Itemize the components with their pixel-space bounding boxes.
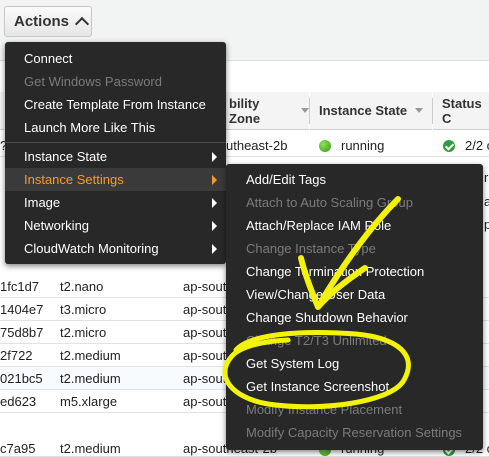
actions-menu: Connect Get Windows Password Create Temp… bbox=[5, 42, 226, 264]
row-cell-type: t2.medium bbox=[60, 371, 121, 386]
submenu-item-label: Modify Capacity Reservation Settings bbox=[246, 425, 463, 440]
submenu-item-change-termination-protection[interactable]: Change Termination Protection bbox=[226, 260, 483, 283]
submenu-item-label: Get Instance Screenshot bbox=[246, 379, 390, 394]
status-check-icon bbox=[443, 140, 455, 152]
submenu-item-label: Get System Log bbox=[246, 356, 340, 371]
row-cell-zone: ap-sout bbox=[183, 279, 227, 294]
submenu-item-change-t2-t3-unlimited: Change T2/T3 Unlimited bbox=[226, 329, 483, 352]
row-cell-type: t2.medium bbox=[60, 348, 121, 363]
submenu-item-change-shutdown-behavior[interactable]: Change Shutdown Behavior bbox=[226, 306, 483, 329]
row-cell-id: 1404e7 bbox=[0, 302, 44, 317]
menu-item-create-template[interactable]: Create Template From Instance bbox=[5, 93, 226, 116]
chevron-up-icon bbox=[74, 16, 90, 32]
row-cell-fragment: p bbox=[484, 217, 489, 232]
row-cell-type: t2.micro bbox=[60, 325, 107, 340]
column-header-availability-zone[interactable]: bility Zone bbox=[226, 92, 309, 130]
submenu-item-attach-auto-scaling: Attach to Auto Scaling Group bbox=[226, 191, 483, 214]
chevron-right-icon bbox=[212, 152, 217, 162]
menu-item-label: Networking bbox=[24, 218, 90, 233]
row-cell-type: t2.nano bbox=[60, 279, 104, 294]
row-cell-fragment: r bbox=[484, 170, 489, 185]
row-cell-type: t2.medium bbox=[60, 441, 121, 456]
submenu-item-label: Change Shutdown Behavior bbox=[246, 310, 408, 325]
submenu-item-label: Change Termination Protection bbox=[246, 264, 425, 279]
row-cell-id: 2f722 bbox=[0, 348, 33, 363]
submenu-item-label: View/Change User Data bbox=[246, 287, 386, 302]
header-label: Instance State bbox=[319, 103, 408, 118]
actions-label: Actions bbox=[14, 13, 70, 30]
row-cell-id: ed623 bbox=[0, 394, 37, 409]
submenu-item-modify-instance-placement: Modify Instance Placement bbox=[226, 398, 483, 421]
row-cell-zone: ap-sout bbox=[183, 394, 227, 409]
header-label: Status C bbox=[442, 95, 482, 126]
row-cell-zone: ap-sout bbox=[183, 325, 227, 340]
menu-item-label: Image bbox=[24, 195, 61, 210]
chevron-right-icon bbox=[212, 244, 217, 254]
row-cell-type: t3.micro bbox=[60, 302, 107, 317]
submenu-item-label: Add/Edit Tags bbox=[246, 172, 326, 187]
menu-item-networking[interactable]: Networking bbox=[5, 214, 226, 237]
submenu-item-label: Attach/Replace IAM Role bbox=[246, 218, 392, 233]
row-cell-type: m5.xlarge bbox=[60, 394, 118, 409]
menu-item-label: Instance Settings bbox=[24, 172, 124, 187]
submenu-item-get-instance-screenshot[interactable]: Get Instance Screenshot bbox=[226, 375, 483, 398]
menu-item-label: Connect bbox=[24, 51, 73, 66]
row-cell-zone: utheast-2b bbox=[226, 138, 288, 153]
submenu-item-add-edit-tags[interactable]: Add/Edit Tags bbox=[226, 168, 483, 191]
column-header-stub bbox=[0, 92, 4, 130]
sort-icon bbox=[415, 108, 424, 113]
row-cell-state: running bbox=[341, 138, 385, 153]
column-header-instance-state[interactable]: Instance State bbox=[310, 92, 432, 130]
submenu-item-label: Change T2/T3 Unlimited bbox=[246, 333, 387, 348]
menu-item-get-windows-password: Get Windows Password bbox=[5, 70, 226, 93]
sort-icon bbox=[301, 108, 309, 113]
row-cell-id: 1fc1d7 bbox=[0, 279, 40, 294]
submenu-item-label: Change Instance Type bbox=[246, 241, 376, 256]
row-cell-zone: ap-sout bbox=[183, 348, 227, 363]
submenu-item-label: Attach to Auto Scaling Group bbox=[246, 195, 413, 210]
menu-item-label: Create Template From Instance bbox=[24, 97, 206, 112]
instance-settings-submenu: Add/Edit Tags Attach to Auto Scaling Gro… bbox=[226, 164, 483, 450]
row-cell-zone: ap-sout bbox=[183, 302, 227, 317]
menu-item-instance-settings[interactable]: Instance Settings bbox=[5, 168, 226, 191]
menu-item-label: CloudWatch Monitoring bbox=[24, 241, 159, 256]
submenu-item-attach-iam-role[interactable]: Attach/Replace IAM Role bbox=[226, 214, 483, 237]
row-cell-status: 2/2 c bbox=[465, 138, 489, 153]
menu-item-image[interactable]: Image bbox=[5, 191, 226, 214]
menu-item-connect[interactable]: Connect bbox=[5, 47, 226, 70]
actions-button[interactable]: Actions bbox=[4, 6, 92, 37]
menu-divider bbox=[5, 142, 226, 143]
chevron-right-icon bbox=[212, 198, 217, 208]
row-cell-id: 75d8b7 bbox=[0, 325, 44, 340]
submenu-item-get-system-log[interactable]: Get System Log bbox=[226, 352, 483, 375]
menu-item-launch-more-like-this[interactable]: Launch More Like This bbox=[5, 116, 226, 139]
row-cell-id: 021bc5 bbox=[0, 371, 43, 386]
submenu-item-label: Modify Instance Placement bbox=[246, 402, 403, 417]
row-cell-fragment: a bbox=[484, 194, 489, 209]
column-header-status-checks[interactable]: Status C bbox=[433, 92, 489, 130]
submenu-item-change-instance-type: Change Instance Type bbox=[226, 237, 483, 260]
menu-item-label: Launch More Like This bbox=[24, 120, 156, 135]
menu-item-cloudwatch-monitoring[interactable]: CloudWatch Monitoring bbox=[5, 237, 226, 260]
menu-item-label: Instance State bbox=[24, 149, 108, 164]
running-status-icon bbox=[319, 140, 331, 152]
submenu-item-view-change-user-data[interactable]: View/Change User Data bbox=[226, 283, 483, 306]
header-label: bility Zone bbox=[229, 95, 261, 126]
row-cell-id: c7a95 bbox=[0, 441, 36, 456]
row-cell-zone: ap-sout bbox=[183, 371, 227, 386]
chevron-right-icon bbox=[212, 221, 217, 231]
menu-item-instance-state[interactable]: Instance State bbox=[5, 145, 226, 168]
chevron-right-icon bbox=[212, 175, 217, 185]
menu-item-label: Get Windows Password bbox=[24, 74, 162, 89]
submenu-item-modify-capacity-reservation: Modify Capacity Reservation Settings bbox=[226, 421, 483, 444]
